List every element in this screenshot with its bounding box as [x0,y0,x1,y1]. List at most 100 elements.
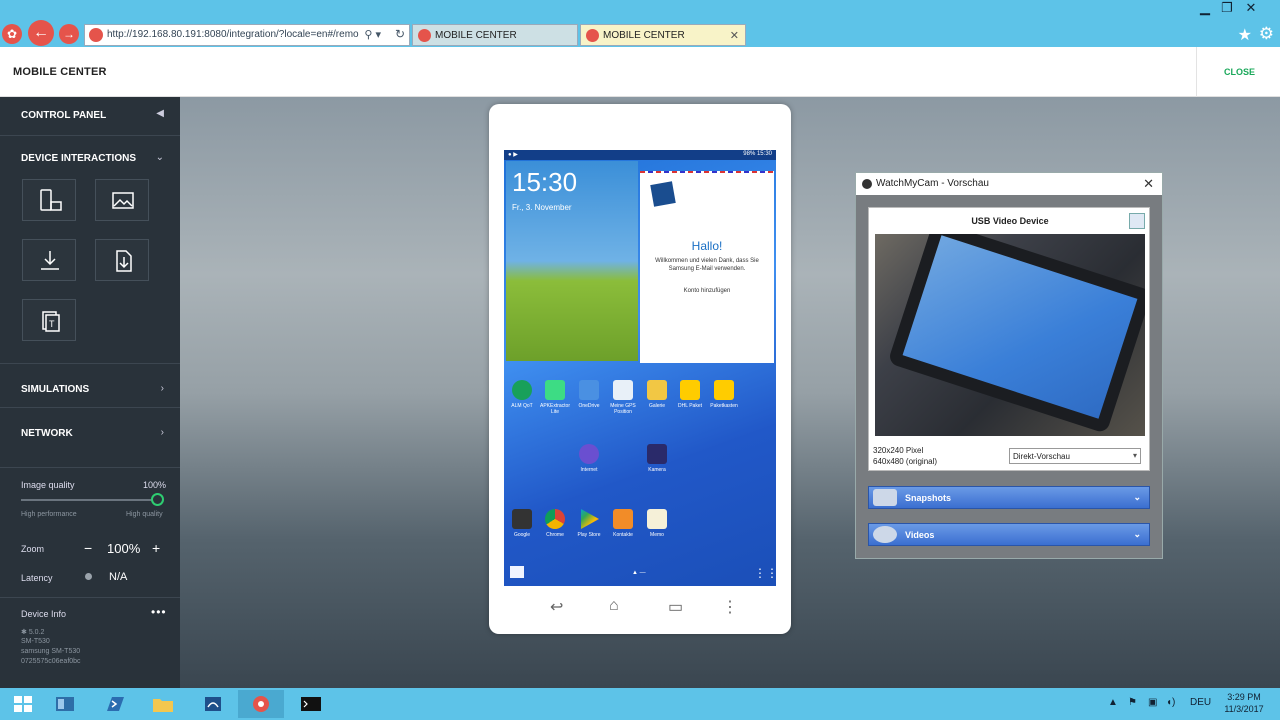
chevron-down-icon[interactable]: ⌄ [156,152,164,163]
taskbar-explorer[interactable] [140,690,186,718]
camera-settings-icon[interactable] [1129,213,1145,229]
app-alm-qot[interactable]: ALM QoT [504,380,540,409]
clipboard-icon: T [42,311,60,332]
divider [0,407,180,408]
tray-flag-icon[interactable]: ⚑ [1128,697,1137,708]
globe-icon [579,444,599,464]
chevron-right-icon[interactable]: › [161,427,164,438]
app-dhl-paket[interactable]: DHL Paket [672,380,708,409]
clipboard-text-button[interactable]: T [22,299,76,341]
zoom-out-button[interactable]: − [84,540,92,556]
device-interactions-heading[interactable]: DEVICE INTERACTIONS [21,153,136,164]
refresh-icon[interactable]: ↻ [395,27,405,41]
recent-apps-key-icon[interactable]: ▭ [668,597,683,617]
clock-widget[interactable]: 15:30 Fr., 3. November [506,161,638,361]
chevron-down-icon: ⌄ [1133,529,1141,539]
app-kamera[interactable]: Kamera [639,444,675,473]
clock-time[interactable]: 3:29 PM [1224,692,1264,702]
window-close-icon[interactable]: ✕ [1240,0,1262,16]
zoom-value: 100% [107,541,141,556]
zoom-in-button[interactable]: + [152,540,160,556]
clock-date[interactable]: 11/3/2017 [1220,704,1268,714]
browser-tab-2[interactable]: MOBILE CENTER ✕ [580,24,746,46]
app-galerie[interactable]: Galerie [639,380,675,409]
network-heading[interactable]: NETWORK [21,428,73,439]
gear-icon[interactable]: ⚙ [1259,24,1274,44]
email-app-icon [650,181,676,207]
back-key-icon[interactable]: ↩ [550,597,563,617]
snapshots-section[interactable]: Snapshots ⌄ [868,486,1150,509]
simulations-heading[interactable]: SIMULATIONS [21,384,89,395]
image-quality-slider[interactable] [21,499,158,501]
clock-date: Fr., 3. November [512,203,572,212]
screenshot-button[interactable] [95,179,149,221]
start-button[interactable] [0,690,46,718]
browser-tab-1[interactable]: MOBILE CENTER [412,24,578,46]
taskbar-server-manager[interactable] [42,690,88,718]
image-quality-value: 100% [143,480,167,490]
app-play-store[interactable]: Play Store [571,509,607,538]
webcam-preview-panel: USB Video Device 320x240 Pixel 640x480 (… [868,207,1150,471]
email-greeting: Hallo! [691,239,723,253]
preview-mode-select[interactable]: Direkt-Vorschau ▾ [1009,448,1141,464]
tray-network-icon[interactable]: ▣ [1148,697,1157,708]
taskbar-mobile-center[interactable] [238,690,284,718]
taskbar-terminal[interactable] [288,690,334,718]
upload-file-button[interactable] [95,239,149,281]
home-key-icon[interactable]: ⌂ [609,597,619,615]
folder-icon [153,699,173,712]
webcam-title: WatchMyCam - Vorschau [876,178,989,189]
minimize-icon[interactable]: ▁ [1194,0,1216,16]
back-button[interactable]: ← [28,20,54,46]
app-chrome[interactable]: Chrome [537,509,573,538]
collapse-panel-icon[interactable]: ◀ [156,108,164,119]
app-paketkasten[interactable]: Paketkasten [706,380,742,409]
resolution-display: 320x240 Pixel [873,446,924,455]
webcam-close-icon[interactable]: ✕ [1143,176,1154,192]
videos-section[interactable]: Videos ⌄ [868,523,1150,546]
android-icon [545,380,565,400]
high-quality-label: High quality [126,511,163,518]
tray-volume-icon[interactable]: ◖) [1166,697,1175,708]
tab-close-icon[interactable]: ✕ [730,29,739,42]
app-apkextractor[interactable]: APKExtractor Lite [537,380,573,415]
more-options-icon[interactable]: ••• [151,605,167,619]
latency-indicator [85,573,92,580]
app-drawer-icon[interactable]: ⋮⋮⋮ [754,566,776,580]
close-button[interactable]: CLOSE [1224,67,1255,77]
chevron-right-icon[interactable]: › [161,383,164,394]
device-info-label: Device Info [21,609,67,619]
favorites-star-icon[interactable]: ★ [1238,25,1252,45]
folder-icon[interactable] [510,566,524,578]
app-gps[interactable]: Meine GPS Position [605,380,641,415]
restore-icon[interactable]: ❐ [1216,0,1238,16]
notification-icons: ● ▶ [508,152,518,158]
google-folder-icon [512,509,532,529]
webcam-titlebar[interactable]: WatchMyCam - Vorschau ✕ [856,173,1162,195]
divider [0,363,180,364]
add-account-link[interactable]: Konto hinzufügen [640,288,774,294]
app-internet[interactable]: Internet [571,444,607,473]
device-screen[interactable]: ● ▶ 98% 15:30 15:30 Fr., 3. November Hal… [504,150,776,586]
forward-button[interactable]: → [59,24,79,44]
taskbar-powershell[interactable] [92,690,138,718]
browser-logo-icon: ✿ [2,24,22,44]
device-menu-key-icon[interactable]: ⋮ [722,597,738,617]
image-quality-slider-handle[interactable] [151,493,164,506]
app-kontakte[interactable]: Kontakte [605,509,641,538]
rotate-device-button[interactable] [22,179,76,221]
app-onedrive[interactable]: OneDrive [571,380,607,409]
cloud-icon [579,380,599,400]
device-status-bar: ● ▶ 98% 15:30 [504,150,776,160]
app-memo[interactable]: Memo [639,509,675,538]
header-divider [1196,47,1197,97]
install-app-button[interactable] [22,239,76,281]
input-language[interactable]: DEU [1190,697,1211,708]
search-icon[interactable]: ⚲ ▾ [364,28,381,41]
email-widget[interactable]: Hallo! Willkommen und vielen Dank, dass … [640,173,774,363]
control-sidebar: CONTROL PANEL ◀ DEVICE INTERACTIONS ⌄ T … [0,97,180,688]
app-google[interactable]: Google [504,509,540,538]
taskbar-app[interactable] [190,690,236,718]
address-bar[interactable]: http://192.168.80.191:8080/integration/?… [84,24,410,46]
tray-overflow-icon[interactable]: ▲ [1108,697,1118,708]
